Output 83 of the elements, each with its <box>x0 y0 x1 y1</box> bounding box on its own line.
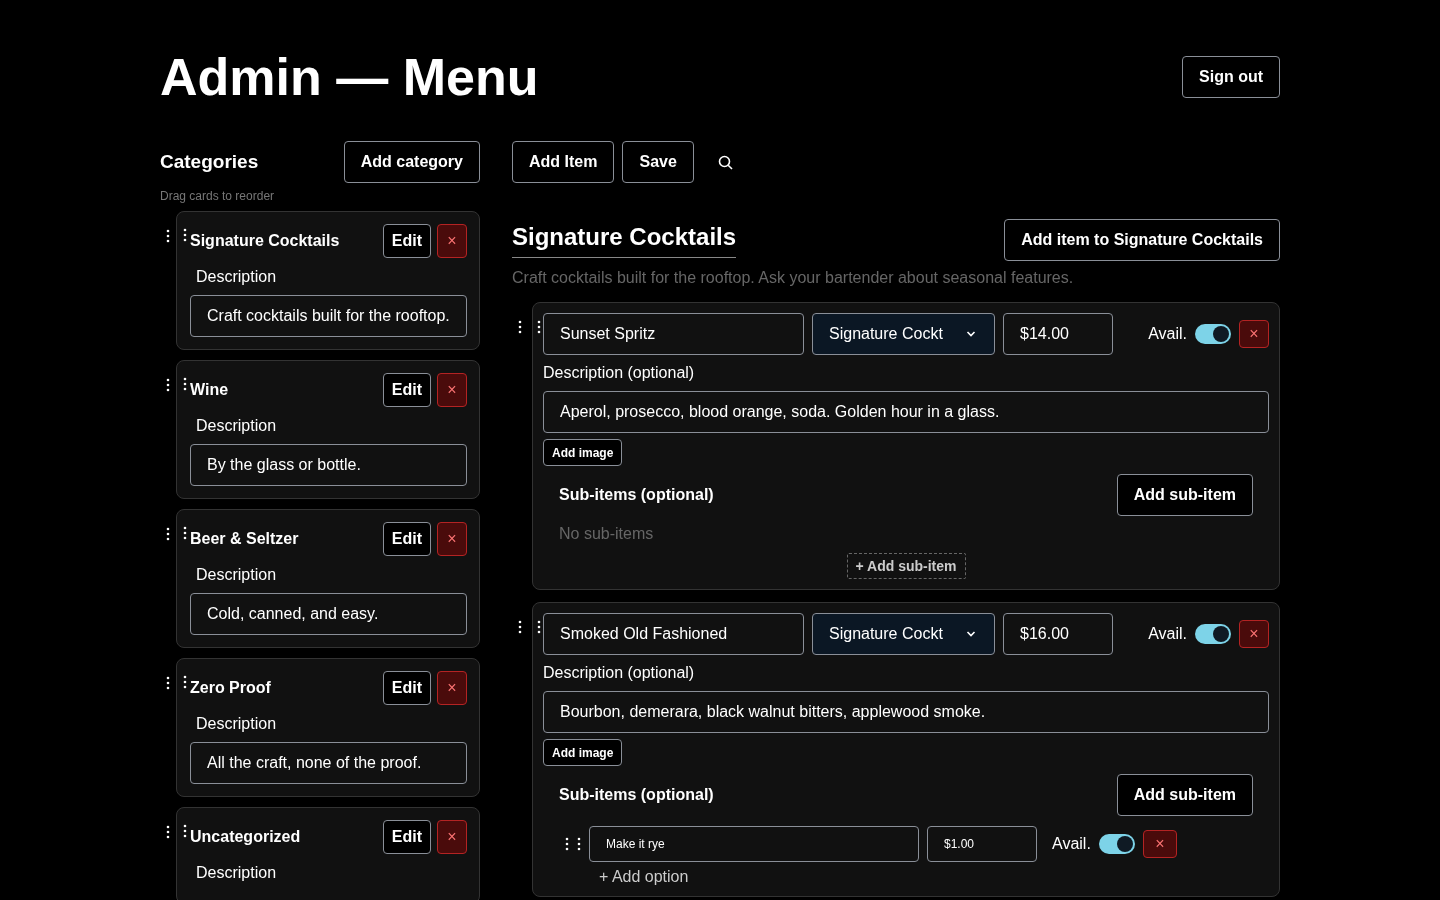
sub-items-heading: Sub-items (optional) <box>559 786 714 804</box>
delete-button[interactable]: × <box>437 373 467 407</box>
drag-handle-icon[interactable] <box>166 676 170 690</box>
delete-button[interactable]: × <box>1142 830 1177 858</box>
drag-handle-icon[interactable] <box>537 320 541 334</box>
category-select[interactable]: Signature Cockt <box>812 613 995 655</box>
sub-items-heading: Sub-items (optional) <box>559 486 714 504</box>
category-name: Beer & Seltzer <box>190 530 300 548</box>
drag-handle-icon[interactable] <box>565 837 569 851</box>
drag-handle-icon[interactable] <box>183 824 187 838</box>
available-label: Avail. <box>1148 625 1187 643</box>
description-field[interactable]: All the craft, none of the proof. <box>190 742 467 784</box>
drag-handle-icon[interactable] <box>577 837 581 851</box>
sub-item-name-field[interactable]: Make it rye <box>589 826 919 862</box>
description-field[interactable]: By the glass or bottle. <box>190 444 467 486</box>
sub-item-price-field[interactable]: $1.00 <box>927 826 1037 862</box>
add-image-button[interactable]: Add image <box>543 439 623 466</box>
category-name: Uncategorized <box>190 828 302 846</box>
drag-handle-icon[interactable] <box>166 378 170 392</box>
description-label: Description <box>196 715 278 733</box>
description-label: Description (optional) <box>543 664 696 682</box>
item-name-field[interactable]: Sunset Spritz <box>543 313 804 355</box>
price-field[interactable]: $16.00 <box>1003 613 1113 655</box>
section-description: Craft cocktails built for the rooftop. Ask your bartender about seasonal features. <box>512 269 1075 287</box>
drag-hint: Drag cards to reorder <box>160 189 276 203</box>
available-toggle[interactable] <box>1195 624 1231 644</box>
edit-button[interactable]: Edit <box>382 820 431 854</box>
edit-button[interactable]: Edit <box>382 224 431 258</box>
drag-handle-icon[interactable] <box>166 825 170 839</box>
category-name: Wine <box>190 381 230 399</box>
add-sub-item-button[interactable]: Add sub-item <box>1116 774 1253 816</box>
add-option-link[interactable]: + Add option <box>599 868 1253 886</box>
add-image-button[interactable]: Add image <box>543 739 623 766</box>
section-title: Signature Cocktails <box>512 222 737 258</box>
delete-button[interactable]: × <box>1239 620 1269 648</box>
drag-handle-icon[interactable] <box>166 229 170 243</box>
delete-button[interactable]: × <box>437 522 467 556</box>
sign-out-button[interactable]: Sign out <box>1182 56 1280 98</box>
delete-button[interactable]: × <box>437 224 467 258</box>
description-label: Description <box>196 268 278 286</box>
available-toggle[interactable] <box>1195 324 1231 344</box>
category-name: Zero Proof <box>190 679 272 697</box>
description-label: Description <box>196 864 278 882</box>
drag-handle-icon[interactable] <box>183 675 187 689</box>
drag-handle-icon[interactable] <box>537 620 541 634</box>
available-toggle[interactable] <box>1098 834 1135 854</box>
save-button[interactable]: Save <box>622 141 694 183</box>
drag-handle-icon[interactable] <box>183 377 187 391</box>
add-category-button[interactable]: Add category <box>343 141 480 183</box>
item-name-field[interactable]: Smoked Old Fashioned <box>543 613 804 655</box>
drag-handle-icon[interactable] <box>518 620 522 634</box>
drag-handle-icon[interactable] <box>183 526 187 540</box>
drag-handle-icon[interactable] <box>166 527 170 541</box>
description-label: Description <box>196 566 278 584</box>
page-title: Admin — Menu <box>160 48 539 106</box>
delete-button[interactable]: × <box>1239 320 1269 348</box>
category-select[interactable]: Signature Cockt <box>812 313 995 355</box>
categories-heading: Categories <box>160 151 259 173</box>
description-field[interactable]: Aperol, prosecco, blood orange, soda. Golden hour in a glass. <box>543 391 1269 433</box>
add-sub-item-button[interactable]: + Add sub-item <box>846 553 966 579</box>
drag-handle-icon[interactable] <box>183 228 187 242</box>
empty-state-text: No sub-items <box>559 525 655 543</box>
description-field[interactable]: Cold, canned, and easy. <box>190 593 467 635</box>
available-label: Avail. <box>1052 835 1091 853</box>
chevron-down-icon <box>966 631 976 637</box>
delete-button[interactable]: × <box>437 820 467 854</box>
description-label: Description (optional) <box>543 364 696 382</box>
edit-button[interactable]: Edit <box>382 671 431 705</box>
add-sub-item-button[interactable]: Add sub-item <box>1116 474 1253 516</box>
description-field[interactable]: Craft cocktails built for the rooftop. <box>190 295 467 337</box>
search-icon[interactable] <box>717 154 733 170</box>
drag-handle-icon[interactable] <box>518 320 522 334</box>
add-item-to-category-button[interactable]: Add item to Signature Cocktails <box>1004 219 1280 261</box>
add-item-button[interactable]: Add Item <box>512 141 615 183</box>
edit-button[interactable]: Edit <box>382 373 431 407</box>
edit-button[interactable]: Edit <box>382 522 431 556</box>
description-field[interactable]: Bourbon, demerara, black walnut bitters, applewood smoke. <box>543 691 1269 733</box>
available-label: Avail. <box>1148 325 1187 343</box>
description-label: Description <box>196 417 278 435</box>
category-name: Signature Cocktails <box>190 232 341 250</box>
price-field[interactable]: $14.00 <box>1003 313 1113 355</box>
delete-button[interactable]: × <box>437 671 467 705</box>
chevron-down-icon <box>966 331 976 337</box>
